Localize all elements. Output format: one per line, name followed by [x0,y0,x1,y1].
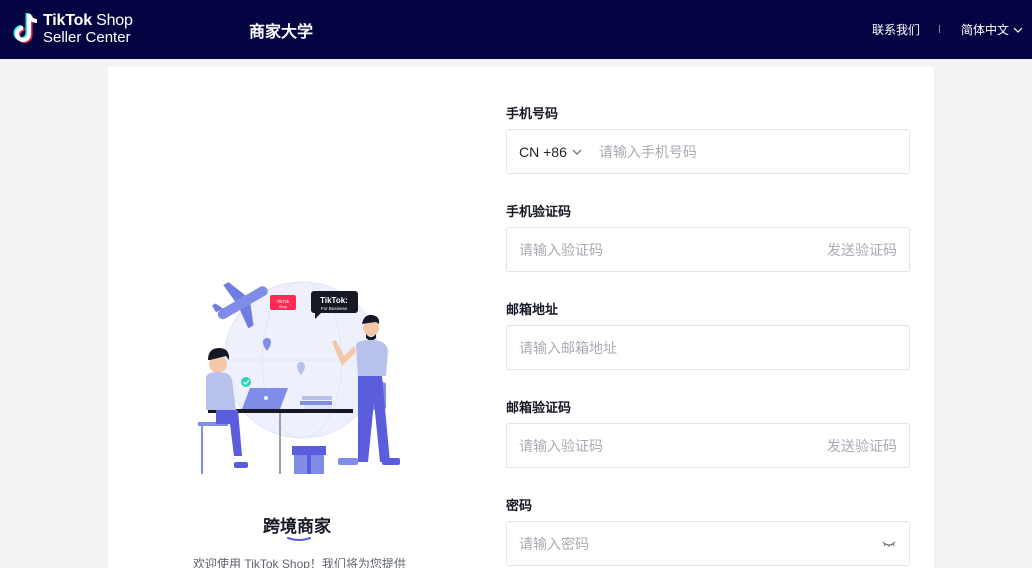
contact-us-link[interactable]: 联系我们 [872,21,920,38]
phone-code-field: 发送验证码 [506,227,910,272]
send-phone-code-button[interactable]: 发送验证码 [827,240,909,260]
language-selector[interactable]: 简体中文 [961,21,1023,38]
country-code-selector[interactable]: CN +86 [507,144,582,160]
language-label: 简体中文 [961,23,1010,37]
svg-text:TikTok:: TikTok: [320,296,348,305]
email-input[interactable] [507,326,909,369]
email-code-label: 邮箱验证码 [506,400,572,415]
send-email-code-button[interactable]: 发送验证码 [827,436,909,456]
tiktok-logo-icon [13,13,38,43]
logo-subtitle: Seller Center [43,29,131,46]
eye-closed-icon[interactable] [881,538,897,550]
password-label: 密码 [506,498,533,513]
chevron-down-icon [572,149,582,155]
nav-merchant-university[interactable]: 商家大学 [249,18,313,42]
email-field [506,325,910,370]
badge-tiktok-shop-text: TikTok [277,299,291,304]
tiktok-shop-logo[interactable]: TikTok Shop Seller Center [12,12,133,46]
svg-text:For Business: For Business [321,306,348,311]
phone-code-input[interactable] [507,228,827,271]
logo-brand: TikTok [43,12,92,29]
country-code-value: CN +86 [519,143,567,160]
cross-border-merchant-illustration: TikTok Shop TikTok: For Business [198,281,400,474]
email-label: 邮箱地址 [506,302,559,317]
phone-input[interactable] [581,130,909,173]
svg-text:Shop: Shop [279,305,287,309]
email-code-field: 发送验证码 [506,423,910,468]
top-header: TikTok Shop Seller Center 商家大学 联系我们 简体中文 [0,0,1032,59]
password-field [506,521,910,566]
hero-title: 跨境商家 [263,517,331,536]
hero-underline-decoration [287,537,311,541]
phone-code-label: 手机验证码 [506,204,572,219]
phone-field: CN +86 [506,129,910,174]
logo-text: TikTok Shop Seller Center [43,12,133,46]
phone-label: 手机号码 [506,106,559,121]
email-code-input[interactable] [507,424,827,467]
chevron-down-icon [1013,27,1023,33]
logo-shop: Shop [91,12,133,29]
hero-description: 欢迎使用 TikTok Shop！我们将为您提供 [193,557,406,568]
header-divider [939,25,940,33]
password-input[interactable] [507,522,881,565]
